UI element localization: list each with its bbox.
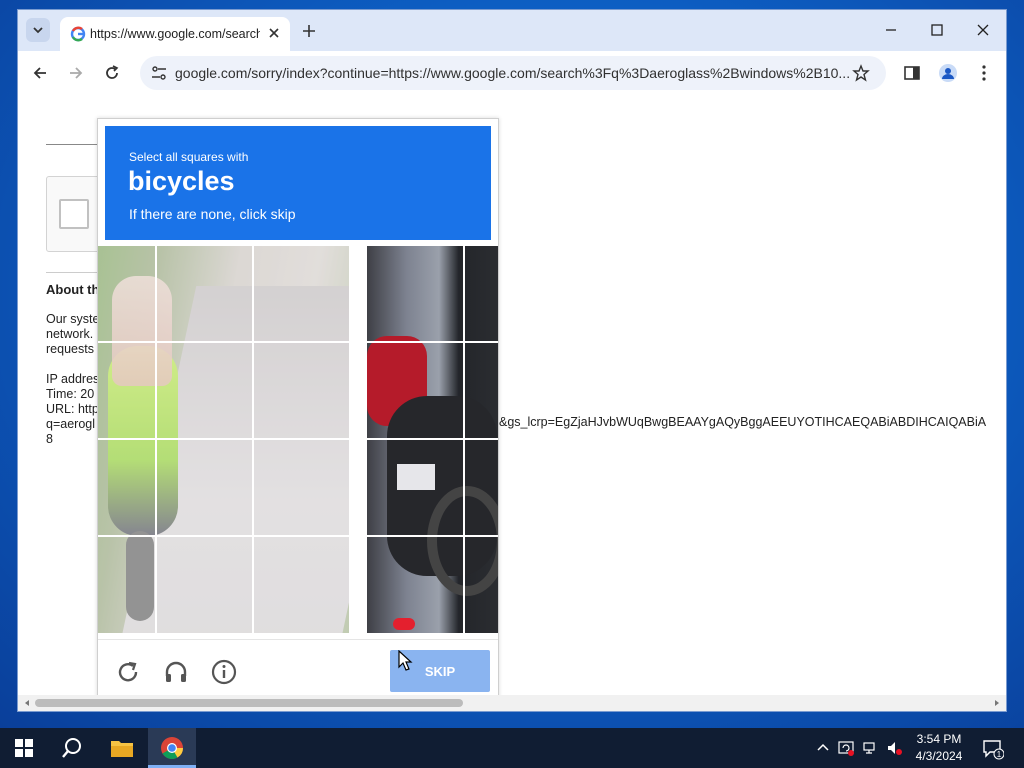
captcha-instruction: Select all squares with [129, 150, 249, 164]
active-tab[interactable]: https://www.google.com/search?q=aeroglas… [60, 17, 290, 51]
captcha-challenge: Select all squares with bicycles If ther… [97, 118, 499, 695]
url-line: 8 [46, 432, 53, 446]
system-clock[interactable]: 3:54 PM 4/3/2024 [908, 731, 970, 765]
address-bar[interactable]: google.com/sorry/index?continue=https://… [140, 56, 886, 90]
scrollbar-thumb[interactable] [35, 699, 463, 707]
clock-date: 4/3/2024 [915, 749, 963, 763]
notification-center-icon[interactable]: 1 [982, 738, 1004, 760]
clock-time: 3:54 PM [916, 732, 962, 746]
captcha-tile[interactable] [98, 246, 155, 341]
captcha-tile[interactable] [254, 440, 349, 535]
captcha-target: bicycles [128, 166, 235, 196]
scroll-right-icon[interactable] [992, 698, 1002, 708]
update-status-icon[interactable] [838, 740, 854, 756]
about-heading: About th [46, 282, 100, 297]
start-button[interactable] [10, 734, 38, 762]
side-panel-icon[interactable] [902, 63, 922, 83]
windows-logo-icon [15, 739, 33, 757]
chrome-taskbar-button[interactable] [158, 734, 186, 762]
mouse-cursor-icon [398, 650, 413, 671]
captcha-tile[interactable] [465, 440, 498, 535]
captcha-footer: SKIP [98, 639, 498, 695]
url-text[interactable]: google.com/sorry/index?continue=https://… [175, 65, 855, 81]
back-arrow-icon[interactable] [30, 63, 50, 83]
captcha-header: Select all squares with bicycles If ther… [105, 126, 491, 240]
captcha-tile[interactable] [367, 343, 463, 438]
url-line: q=aerogl [46, 417, 95, 431]
maximize-icon[interactable] [927, 20, 947, 40]
google-favicon-icon [70, 26, 86, 42]
captcha-tile[interactable] [98, 537, 155, 633]
captcha-tile[interactable] [367, 246, 463, 341]
captcha-tile[interactable] [254, 537, 349, 633]
tab-search-button[interactable] [26, 18, 50, 42]
captcha-subtext: If there are none, click skip [129, 206, 296, 222]
site-info-icon[interactable] [150, 65, 168, 81]
new-tab-icon[interactable] [300, 22, 318, 40]
file-explorer-button[interactable] [108, 734, 136, 762]
chevron-up-icon[interactable] [815, 740, 831, 756]
body-line: network. [46, 327, 94, 341]
captcha-tile[interactable] [367, 440, 463, 535]
body-line: requests [46, 342, 94, 356]
captcha-tile[interactable] [157, 246, 252, 341]
folder-icon [111, 741, 133, 757]
taskbar: 3:54 PM 4/3/2024 1 [0, 728, 1024, 768]
headphones-icon[interactable] [162, 658, 190, 686]
search-button[interactable] [58, 734, 86, 762]
captcha-tile[interactable] [254, 343, 349, 438]
captcha-tile[interactable] [367, 537, 463, 633]
scroll-left-icon[interactable] [22, 698, 32, 708]
tab-bar: https://www.google.com/search?q=aeroglas… [18, 10, 1006, 51]
network-icon[interactable] [862, 740, 878, 756]
url-overflow-text: &gs_lcrp=EgZjaHJvbWUqBwgBEAAYgAQyBggAEEU… [499, 415, 987, 429]
window-close-icon[interactable] [973, 20, 993, 40]
reload-icon[interactable] [102, 63, 122, 83]
chevron-down-icon [33, 27, 43, 34]
info-icon[interactable] [210, 658, 238, 686]
chrome-icon [161, 737, 183, 759]
time-label: Time: 20 [46, 387, 95, 401]
page-content: About th Our syste network. requests IP … [18, 96, 1006, 695]
search-icon [62, 738, 81, 758]
url-label: URL: http [46, 402, 99, 416]
volume-muted-icon[interactable] [886, 740, 902, 756]
captcha-tile[interactable] [465, 537, 498, 633]
forward-arrow-icon[interactable] [66, 63, 86, 83]
close-tab-icon[interactable] [266, 25, 282, 41]
captcha-tile[interactable] [157, 440, 252, 535]
notification-count: 1 [997, 750, 1002, 759]
body-line: Our syste [46, 312, 100, 326]
captcha-tile[interactable] [98, 343, 155, 438]
reload-challenge-icon[interactable] [114, 658, 142, 686]
profile-avatar-icon[interactable] [938, 63, 958, 83]
bookmark-star-icon[interactable] [852, 64, 870, 82]
tab-title: https://www.google.com/search?q=aeroglas… [90, 27, 260, 41]
ip-address-label: IP addres [46, 372, 100, 386]
browser-toolbar: google.com/sorry/index?continue=https://… [18, 51, 1006, 96]
captcha-tile[interactable] [157, 537, 252, 633]
captcha-tile[interactable] [465, 246, 498, 341]
captcha-tile[interactable] [465, 343, 498, 438]
browser-window: https://www.google.com/search?q=aeroglas… [18, 10, 1006, 711]
captcha-tile[interactable] [157, 343, 252, 438]
captcha-tile[interactable] [254, 246, 349, 341]
horizontal-scrollbar[interactable] [18, 695, 1006, 711]
recaptcha-checkbox[interactable] [59, 199, 89, 229]
minimize-icon[interactable] [881, 20, 901, 40]
menu-dots-icon[interactable] [974, 63, 994, 83]
captcha-tile[interactable] [98, 440, 155, 535]
